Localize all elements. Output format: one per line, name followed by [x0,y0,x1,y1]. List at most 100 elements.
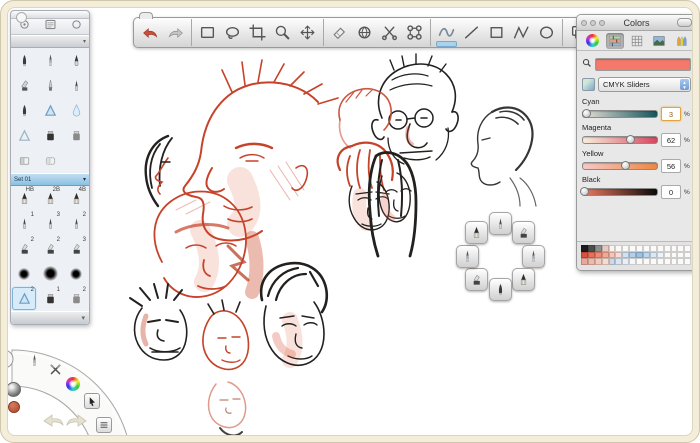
color-swatch[interactable] [608,258,616,265]
brush-soft-round-lg[interactable] [37,261,63,286]
ring-brush-marker-chisel[interactable] [511,221,535,245]
slider-value-field[interactable]: 3 [661,107,681,121]
color-swatch[interactable] [649,258,657,265]
brush-marker-gray[interactable] [63,123,89,148]
ring-brush-paintbrush[interactable] [455,244,479,268]
color-swatch[interactable] [656,258,664,265]
brush-pen-fine[interactable]: 2 [63,211,89,236]
brush-pen-fine[interactable]: 1 [11,211,37,236]
color-swatch[interactable] [622,258,630,265]
undo-arrow-button[interactable] [138,20,163,45]
brush-marker-chisel[interactable]: 2 [37,236,63,261]
toolbar-handle[interactable] [139,12,153,19]
eraser-button[interactable] [327,20,352,45]
brush-pen-fine[interactable]: 3 [37,211,63,236]
colors-tab-sliders[interactable] [605,32,624,49]
ring-brush-pen-fine[interactable] [488,211,512,235]
slider-value-field[interactable]: 56 [661,159,681,173]
brush-pen-fine[interactable] [63,73,89,98]
brush-marker-angle[interactable] [11,73,37,98]
color-swatch[interactable] [670,258,678,265]
color-swatch[interactable] [594,258,602,265]
color-swatch[interactable] [581,258,588,265]
close-button[interactable] [581,19,587,26]
lagoon-color-wheel-icon[interactable] [66,377,80,391]
minimize-button[interactable] [590,19,596,26]
panel-list-icon[interactable] [44,18,57,36]
slider-thumb[interactable] [625,134,635,144]
slider-track-black[interactable] [580,186,658,196]
colors-tab-color-wheel[interactable] [584,33,602,49]
shape-rect-button[interactable] [484,20,509,45]
brush-pen-nib[interactable] [11,48,37,73]
color-swatch[interactable] [601,258,609,265]
crop-button[interactable] [245,20,270,45]
colors-tab-crayons[interactable] [672,33,690,49]
ring-brush-pen-nib[interactable] [488,277,512,301]
current-color-swatch[interactable] [595,57,691,71]
colors-tab-palettes[interactable] [628,33,646,49]
color-swatch[interactable] [636,258,644,265]
brush-marker-chisel[interactable]: 3 [63,236,89,261]
brush-group-bar[interactable]: Set 01 ▾ [11,173,89,186]
lagoon-hand-button[interactable] [84,393,100,409]
brush-paintbrush[interactable] [37,48,63,73]
slider-thumb[interactable] [621,160,631,170]
color-swatch[interactable] [684,258,692,265]
brush-soft-round[interactable] [11,261,37,286]
command-button[interactable] [402,20,427,45]
slider-track-cyan[interactable] [582,108,658,118]
redo-arrow-button[interactable] [163,20,188,45]
color-swatch[interactable] [587,258,595,265]
color-swatch[interactable] [677,258,685,265]
slider-thumb[interactable] [580,186,589,196]
colors-titlebar[interactable]: Colors [577,15,696,31]
zoom-button[interactable] [270,20,295,45]
brush-triangle-fill[interactable]: 2 [11,286,37,311]
brush-marker-dark[interactable]: 1 [37,286,63,311]
slider-track-yellow[interactable] [582,160,658,170]
color-swatch[interactable] [643,258,650,265]
slider-thumb[interactable] [582,108,592,118]
circle-icon[interactable] [70,18,83,36]
brush-marker-gray[interactable]: 2 [63,286,89,311]
cmyk-sliders-dropdown[interactable]: CMYK Sliders ▲ ▼ [598,77,691,92]
brush-pencil[interactable]: 2B [37,186,63,211]
brush-group-bar[interactable]: ▾ [11,35,89,48]
panel-handle[interactable] [11,11,89,23]
brush-eraser-hard[interactable] [11,148,37,173]
color-swatch[interactable] [663,258,671,265]
slider-value-field[interactable]: 0 [661,185,681,199]
ring-brush-pencil[interactable] [511,267,535,291]
scissors-button[interactable] [377,20,402,45]
curve-button[interactable] [434,20,459,47]
brush-droplet[interactable] [63,98,89,123]
brush-triangle-fill[interactable] [37,98,63,123]
color-profile-icon[interactable] [582,78,595,91]
brush-soft-round[interactable] [63,261,89,286]
brush-pencil[interactable]: HB [11,186,37,211]
lagoon-brush-icon[interactable] [27,353,42,368]
brush-pen[interactable] [63,48,89,73]
marquee-oval-button[interactable] [220,20,245,45]
color-swatch[interactable] [629,258,637,265]
brush-pencil[interactable]: 4B [63,186,89,211]
brush-marker-chisel[interactable]: 2 [11,236,37,261]
colors-tab-image[interactable] [650,33,668,49]
move-button[interactable] [295,20,320,45]
brush-marker-dark[interactable] [37,123,63,148]
brush-airbrush[interactable] [37,73,63,98]
lagoon-list-button[interactable] [96,417,112,433]
slider-track-magenta[interactable] [582,134,658,144]
panel-footer-bar[interactable]: ▾ [11,311,89,324]
toolbar-toggle-button[interactable] [677,18,692,27]
line-button[interactable] [459,20,484,45]
color-ball-widget[interactable] [6,382,21,397]
brush-pen-nib[interactable] [11,98,37,123]
marquee-rect-button[interactable] [195,20,220,45]
distort-button[interactable] [352,20,377,45]
slider-value-field[interactable]: 62 [661,133,681,147]
brush-triangle-outline[interactable] [11,123,37,148]
current-ink-dot[interactable] [8,401,20,413]
lagoon-brush-x-icon[interactable] [49,363,62,376]
